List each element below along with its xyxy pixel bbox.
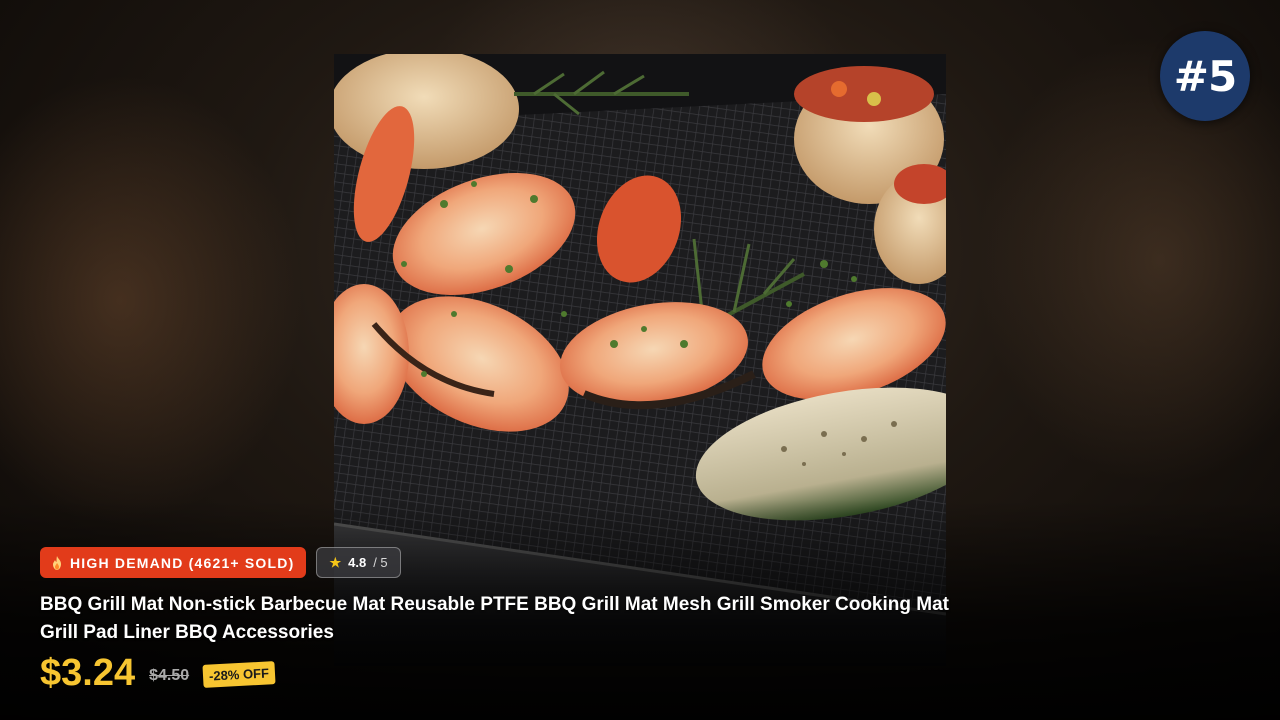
high-demand-badge: HIGH DEMAND (4621+ SOLD) bbox=[40, 547, 307, 578]
rank-label: #5 bbox=[1173, 51, 1237, 101]
rank-badge: #5 bbox=[1160, 31, 1250, 121]
price-row: $3.24 $4.50 -28% OFF bbox=[40, 650, 276, 696]
product-title: BBQ Grill Mat Non-stick Barbecue Mat Reu… bbox=[40, 594, 949, 643]
product-showcase-slide: #5 HIGH DEMAND (4621+ SOLD) ★ 4.8 / 5 BB… bbox=[0, 0, 1280, 720]
star-icon: ★ bbox=[329, 554, 342, 570]
badge-row: HIGH DEMAND (4621+ SOLD) ★ 4.8 / 5 bbox=[40, 547, 401, 578]
discount-tag: -28% OFF bbox=[202, 660, 276, 688]
high-demand-label: HIGH DEMAND (4621+ SOLD) bbox=[70, 554, 295, 571]
rating-badge: ★ 4.8 / 5 bbox=[316, 547, 401, 578]
fire-icon bbox=[53, 555, 61, 570]
current-price: $3.24 bbox=[40, 652, 136, 694]
rating-value: 4.8 bbox=[348, 555, 367, 570]
original-price: $4.50 bbox=[149, 667, 190, 684]
rating-max: / 5 bbox=[373, 555, 388, 570]
